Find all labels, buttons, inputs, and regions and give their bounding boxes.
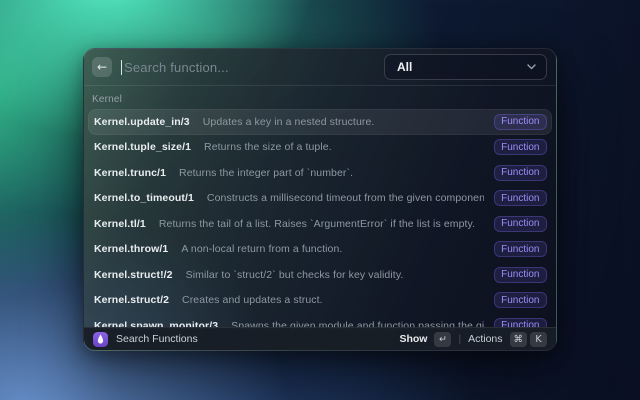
result-type-badge: Function [494, 190, 547, 206]
result-row[interactable]: Kernel.struct!/2 Similar to `struct/2` b… [88, 262, 552, 288]
results-list: Kernel Kernel.update_in/3 Updates a key … [84, 87, 556, 350]
text-caret [121, 60, 122, 75]
elixir-drop-icon [93, 332, 108, 347]
footer-actions-area: Show ↵ | Actions ⌘ K [399, 332, 547, 347]
result-title: Kernel.tl/1 [94, 218, 146, 230]
filter-dropdown-value: All [397, 60, 412, 74]
show-button[interactable]: Show [399, 333, 427, 345]
result-title: Kernel.struct/2 [94, 294, 169, 306]
result-title: Kernel.to_timeout/1 [94, 192, 194, 204]
search-functions-window: ← Search function... All Kernel Kernel.u… [83, 48, 557, 351]
desktop-background: ← Search function... All Kernel Kernel.u… [0, 0, 640, 400]
result-type-badge: Function [494, 165, 547, 181]
result-description: Creates and updates a struct. [182, 294, 484, 306]
result-row[interactable]: Kernel.to_timeout/1 Constructs a millise… [88, 186, 552, 212]
show-label: Show [399, 333, 427, 345]
footer-app-label: Search Functions [116, 333, 198, 345]
back-button[interactable]: ← [92, 57, 112, 77]
result-row[interactable]: Kernel.tl/1 Returns the tail of a list. … [88, 211, 552, 237]
result-description: Returns the size of a tuple. [204, 141, 484, 153]
actions-shortcut[interactable]: ⌘ K [510, 332, 548, 347]
result-row[interactable]: Kernel.struct/2 Creates and updates a st… [88, 288, 552, 314]
result-row[interactable]: Kernel.tuple_size/1 Returns the size of … [88, 135, 552, 161]
search-header: ← Search function... All [84, 49, 556, 86]
result-description: Returns the tail of a list. Raises `Argu… [159, 218, 484, 230]
result-type-badge: Function [494, 216, 547, 232]
result-description: Returns the integer part of `number`. [179, 167, 484, 179]
result-title: Kernel.throw/1 [94, 243, 168, 255]
k-key-icon: K [530, 332, 547, 347]
result-description: A non-local return from a function. [181, 243, 483, 255]
result-type-badge: Function [494, 267, 547, 283]
search-input[interactable]: Search function... [121, 49, 384, 85]
result-title: Kernel.struct!/2 [94, 269, 173, 281]
return-key-icon[interactable]: ↵ [434, 332, 451, 347]
result-title: Kernel.tuple_size/1 [94, 141, 191, 153]
result-type-badge: Function [494, 139, 547, 155]
result-description: Constructs a millisecond timeout from th… [207, 192, 484, 204]
result-title: Kernel.trunc/1 [94, 167, 166, 179]
result-row[interactable]: Kernel.update_in/3 Updates a key in a ne… [88, 109, 552, 135]
result-title: Kernel.update_in/3 [94, 116, 190, 128]
result-row[interactable]: Kernel.trunc/1 Returns the integer part … [88, 160, 552, 186]
filter-dropdown[interactable]: All [384, 54, 547, 80]
footer-divider: | [458, 334, 461, 345]
result-type-badge: Function [494, 292, 547, 308]
result-row[interactable]: Kernel.throw/1 A non-local return from a… [88, 237, 552, 263]
result-type-badge: Function [494, 114, 547, 130]
back-arrow-icon: ← [97, 57, 107, 77]
footer-bar: Search Functions Show ↵ | Actions ⌘ K [84, 327, 556, 350]
results-rows: Kernel.update_in/3 Updates a key in a ne… [84, 109, 556, 339]
section-header: Kernel [92, 94, 548, 105]
cmd-key-icon: ⌘ [510, 332, 528, 347]
actions-label: Actions [468, 333, 502, 345]
result-description: Updates a key in a nested structure. [203, 116, 484, 128]
result-type-badge: Function [494, 241, 547, 257]
chevron-down-icon [527, 64, 536, 70]
result-description: Similar to `struct/2` but checks for key… [186, 269, 484, 281]
actions-button[interactable]: Actions [468, 333, 502, 345]
search-placeholder: Search function... [124, 60, 229, 75]
